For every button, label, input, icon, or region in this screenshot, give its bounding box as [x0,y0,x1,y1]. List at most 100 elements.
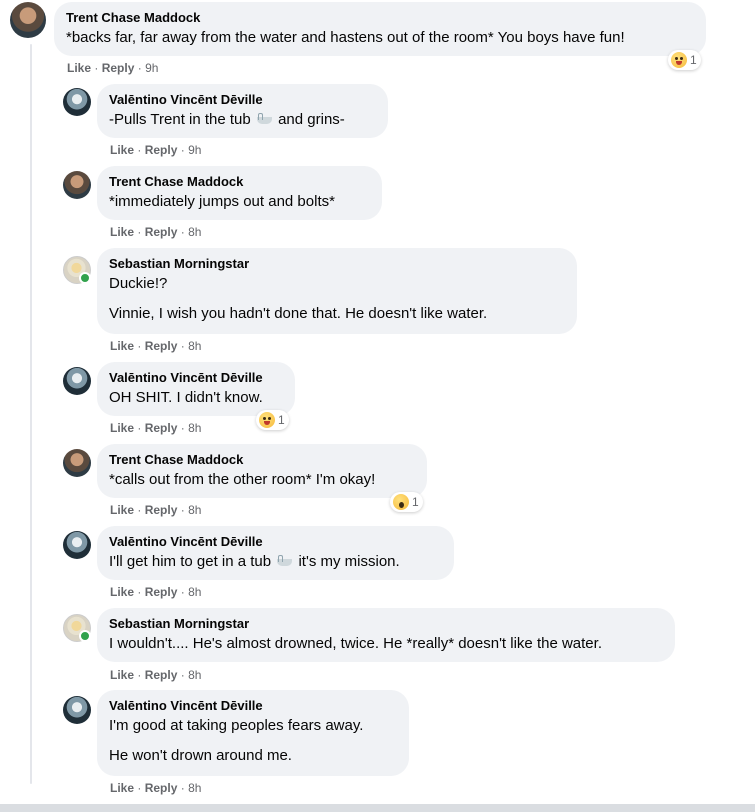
timestamp[interactable]: 8h [188,781,201,795]
author-name[interactable]: Trent Chase Maddock [66,10,694,26]
reaction-badge[interactable]: 1 [668,50,701,70]
comment-text: Duckie!? [109,275,168,292]
reaction-count: 1 [690,53,697,67]
reply-link[interactable]: Reply [145,225,178,239]
timestamp[interactable]: 8h [188,225,201,239]
like-link[interactable]: Like [110,225,134,239]
reply-link[interactable]: Reply [145,503,178,517]
author-name[interactable]: Sebastian Morningstar [109,616,663,632]
online-status-indicator [79,272,91,284]
separator: · [180,421,185,435]
comment-text: -Pulls Trent in the tub and grins- [109,110,376,130]
author-name[interactable]: Trent Chase Maddock [109,174,370,190]
horizontal-scrollbar[interactable] [0,804,755,812]
comment-actions: Like · Reply · 8h [110,224,201,240]
reply-link[interactable]: Reply [145,668,178,682]
comment-bubble: Valēntino Vincēnt Dēville -Pulls Trent i… [97,84,388,138]
haha-emoji-icon [259,412,275,428]
like-link[interactable]: Like [67,61,91,75]
separator: · [137,503,142,517]
comment-actions: Like · Reply · 8h [110,420,201,436]
avatar[interactable] [63,88,91,116]
author-name[interactable]: Valēntino Vincēnt Dēville [109,698,397,714]
separator: · [180,781,185,795]
wow-emoji-icon [393,494,409,510]
comment-text: He won't drown around me. [109,747,292,764]
comment-bubble: Sebastian Morningstar Duckie!? Vinnie, I… [97,248,577,334]
avatar[interactable] [63,531,91,559]
separator: · [94,61,99,75]
author-name[interactable]: Trent Chase Maddock [109,452,415,468]
comment-text: OH SHIT. I didn't know. [109,389,263,406]
comment-bubble: Trent Chase Maddock *immediately jumps o… [97,166,382,220]
comment-bubble: Sebastian Morningstar I wouldn't.... He'… [97,608,675,662]
bathtub-icon [256,113,272,125]
like-link[interactable]: Like [110,781,134,795]
timestamp[interactable]: 8h [188,503,201,517]
separator: · [137,339,142,353]
comment-actions: Like · Reply · 8h [110,502,201,518]
comment-actions: Like · Reply · 9h [110,142,201,158]
separator: · [137,225,142,239]
reply-link[interactable]: Reply [102,61,135,75]
separator: · [180,585,185,599]
separator: · [137,668,142,682]
timestamp[interactable]: 8h [188,668,201,682]
timestamp[interactable]: 8h [188,421,201,435]
separator: · [180,339,185,353]
author-name[interactable]: Sebastian Morningstar [109,256,565,272]
reaction-badge[interactable]: 1 [390,492,423,512]
comment-bubble: Trent Chase Maddock *calls out from the … [97,444,427,498]
like-link[interactable]: Like [110,585,134,599]
like-link[interactable]: Like [110,503,134,517]
separator: · [180,143,185,157]
author-name[interactable]: Valēntino Vincēnt Dēville [109,92,376,108]
comment-text: I'm good at taking peoples fears away. [109,717,364,734]
comment-text: I'll get him to get in a tub it's my mis… [109,552,442,572]
avatar[interactable] [10,2,46,38]
comment-bubble: Valēntino Vincēnt Dēville I'll get him t… [97,526,454,580]
reply-link[interactable]: Reply [145,585,178,599]
online-status-indicator [79,630,91,642]
separator: · [180,225,185,239]
text-part: I'll get him to get in a tub [109,553,272,570]
avatar[interactable] [63,171,91,199]
comment-bubble: Valēntino Vincēnt Dēville OH SHIT. I did… [97,362,295,416]
comment-text: *calls out from the other room* I'm okay… [109,471,376,488]
separator: · [180,668,185,682]
reply-link[interactable]: Reply [145,339,178,353]
like-link[interactable]: Like [110,339,134,353]
author-name[interactable]: Valēntino Vincēnt Dēville [109,370,283,386]
comment-text: I wouldn't.... He's almost drowned, twic… [109,635,602,652]
reply-link[interactable]: Reply [145,421,178,435]
avatar[interactable] [63,696,91,724]
avatar[interactable] [63,449,91,477]
like-link[interactable]: Like [110,668,134,682]
timestamp[interactable]: 8h [188,339,201,353]
reply-link[interactable]: Reply [145,781,178,795]
timestamp[interactable]: 9h [188,143,201,157]
separator: · [137,585,142,599]
haha-emoji-icon [671,52,687,68]
comment-text: *backs far, far away from the water and … [66,29,625,46]
separator: · [137,143,142,157]
comment-actions: Like · Reply · 9h [67,60,158,76]
comment-bubble: Valēntino Vincēnt Dēville I'm good at ta… [97,690,409,776]
reaction-badge[interactable]: 1 [256,410,289,430]
timestamp[interactable]: 8h [188,585,201,599]
separator: · [180,503,185,517]
separator: · [137,61,142,75]
reaction-count: 1 [412,495,419,509]
text-part: -Pulls Trent in the tub [109,111,251,128]
reply-link[interactable]: Reply [145,143,178,157]
avatar[interactable] [63,367,91,395]
comment-actions: Like · Reply · 8h [110,338,201,354]
timestamp[interactable]: 9h [145,61,158,75]
like-link[interactable]: Like [110,143,134,157]
reply-thread-line [30,44,32,784]
author-name[interactable]: Valēntino Vincēnt Dēville [109,534,442,550]
comment-actions: Like · Reply · 8h [110,780,201,796]
like-link[interactable]: Like [110,421,134,435]
text-part: and grins- [278,111,345,128]
comment-bubble: Trent Chase Maddock *backs far, far away… [54,2,706,56]
